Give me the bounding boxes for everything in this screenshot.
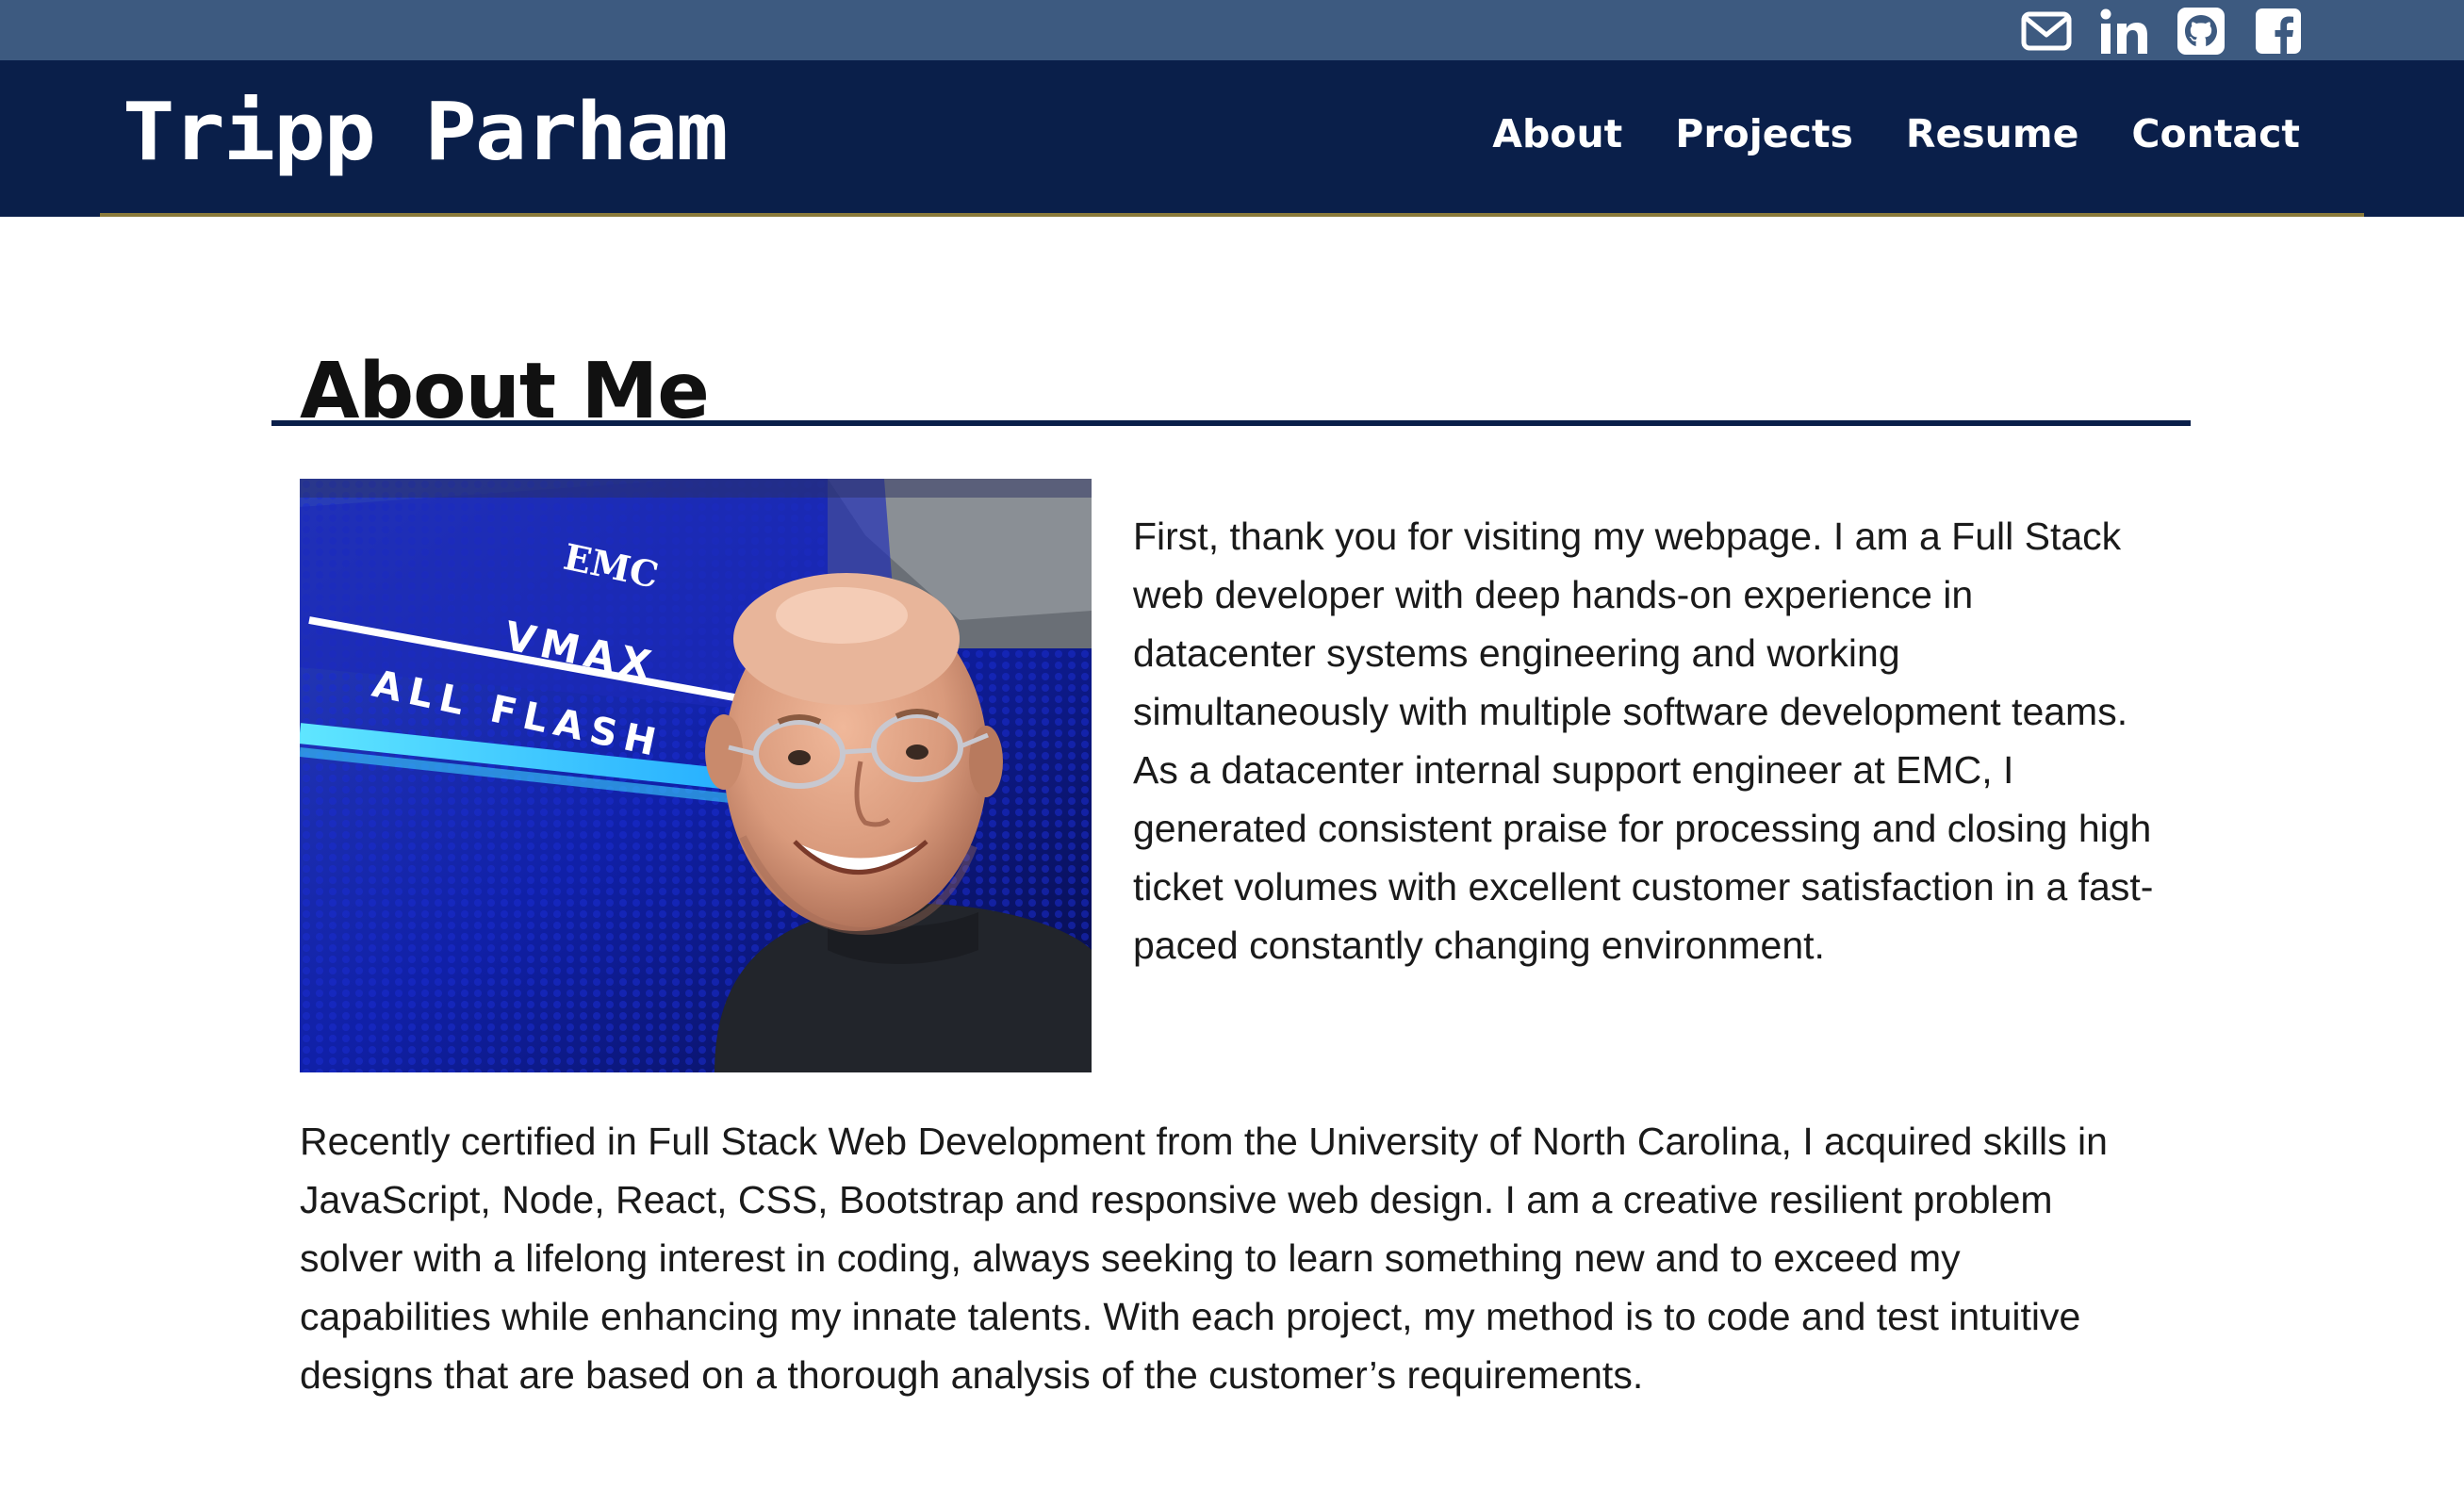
- skills-paragraph: Recently certified in Full Stack Web Dev…: [300, 1120, 2108, 1397]
- nav-link-projects[interactable]: Projects: [1675, 111, 1853, 156]
- nav-menu: About Projects Resume Contact: [1492, 111, 2300, 156]
- social-links: [2021, 8, 2304, 55]
- page-heading: About Me: [300, 346, 710, 436]
- facebook-icon[interactable]: [2253, 8, 2304, 55]
- heading-divider: [271, 420, 2191, 426]
- social-bar: [0, 0, 2464, 60]
- nav-link-contact[interactable]: Contact: [2131, 111, 2300, 156]
- envelope-icon[interactable]: [2021, 8, 2072, 55]
- intro-paragraph: First, thank you for visiting my webpage…: [1133, 515, 2154, 967]
- nav-link-resume[interactable]: Resume: [1906, 111, 2079, 156]
- site-title[interactable]: Tripp Parham: [123, 92, 729, 172]
- github-icon[interactable]: [2176, 8, 2226, 55]
- main-navbar: Tripp Parham About Projects Resume Conta…: [0, 60, 2464, 217]
- profile-photo: EMC VMAX ALL FLASH: [300, 479, 1092, 1072]
- navbar-accent-line: [100, 213, 2364, 217]
- nav-link-about[interactable]: About: [1492, 111, 1622, 156]
- linkedin-icon[interactable]: [2098, 8, 2149, 55]
